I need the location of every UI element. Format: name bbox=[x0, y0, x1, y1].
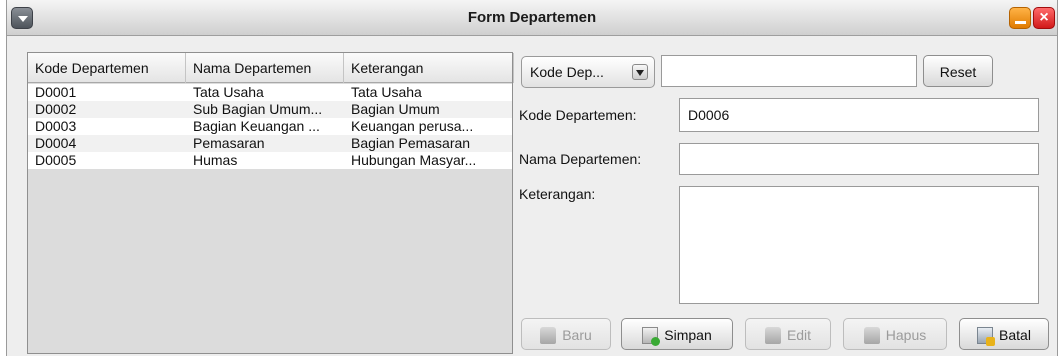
save-icon bbox=[642, 326, 661, 346]
kode-departemen-field[interactable] bbox=[679, 98, 1039, 132]
table-row[interactable]: D0003 Bagian Keuangan ... Keuangan perus… bbox=[28, 118, 512, 135]
table-cell: Sub Bagian Umum... bbox=[193, 101, 323, 117]
batal-button[interactable]: Batal bbox=[959, 318, 1049, 350]
nama-label: Nama Departemen: bbox=[519, 151, 642, 167]
search-field-select[interactable]: Kode Dep... bbox=[521, 56, 655, 88]
departemen-table: Kode Departemen Nama Departemen Keterang… bbox=[27, 52, 514, 354]
table-cell: D0002 bbox=[35, 101, 77, 117]
baru-button[interactable]: Baru bbox=[521, 318, 611, 350]
reset-button[interactable]: Reset bbox=[923, 55, 993, 87]
table-cell: D0001 bbox=[35, 84, 77, 100]
table-cell: Bagian Keuangan ... bbox=[193, 118, 320, 134]
table-cell: D0003 bbox=[35, 118, 77, 134]
table-cell: Humas bbox=[193, 152, 238, 168]
cancel-icon bbox=[977, 326, 996, 346]
nama-departemen-field[interactable] bbox=[679, 143, 1039, 175]
table-cell: Tata Usaha bbox=[193, 84, 264, 100]
table-cell: Keuangan perusa... bbox=[351, 118, 474, 134]
table-cell: Bagian Pemasaran bbox=[351, 135, 471, 151]
table-cell: D0004 bbox=[35, 135, 77, 151]
database-icon bbox=[540, 326, 557, 344]
hapus-label: Hapus bbox=[885, 327, 927, 343]
table-row[interactable]: D0001 Tata Usaha Tata Usaha bbox=[28, 84, 512, 101]
hapus-button[interactable]: Hapus bbox=[843, 318, 947, 350]
minimize-icon[interactable] bbox=[1009, 7, 1031, 29]
edit-button[interactable]: Edit bbox=[745, 318, 831, 350]
keterangan-label: Keterangan: bbox=[519, 186, 596, 202]
table-row[interactable]: D0002 Sub Bagian Umum... Bagian Umum bbox=[28, 101, 512, 118]
baru-label: Baru bbox=[562, 327, 592, 343]
edit-icon bbox=[764, 326, 781, 344]
table-row[interactable]: D0005 Humas Hubungan Masyar... bbox=[28, 152, 512, 169]
column-header-nama[interactable]: Nama Departemen bbox=[186, 53, 344, 83]
batal-label: Batal bbox=[999, 327, 1031, 343]
kode-label: Kode Departemen: bbox=[519, 107, 637, 123]
simpan-button[interactable]: Simpan bbox=[621, 318, 733, 350]
search-field-selected: Kode Dep... bbox=[530, 64, 604, 80]
edit-label: Edit bbox=[786, 327, 812, 343]
title-bar: Form Departemen × bbox=[7, 0, 1057, 36]
table-cell: D0005 bbox=[35, 152, 77, 168]
table-row[interactable]: D0004 Pemasaran Bagian Pemasaran bbox=[28, 135, 512, 152]
close-icon[interactable]: × bbox=[1033, 7, 1055, 29]
table-body: D0001 Tata Usaha Tata Usaha D0002 Sub Ba… bbox=[28, 84, 512, 169]
column-header-keterangan[interactable]: Keterangan bbox=[344, 53, 514, 83]
dropdown-arrow-icon[interactable] bbox=[632, 64, 648, 80]
delete-icon bbox=[863, 326, 880, 344]
form-departemen-window: Form Departemen × Kode Departemen Nama D… bbox=[6, 0, 1058, 356]
table-cell: Tata Usaha bbox=[351, 84, 422, 100]
table-cell: Pemasaran bbox=[193, 135, 265, 151]
table-header: Kode Departemen Nama Departemen Keterang… bbox=[28, 53, 514, 83]
table-cell: Bagian Umum bbox=[351, 101, 440, 117]
column-header-kode[interactable]: Kode Departemen bbox=[28, 53, 186, 83]
keterangan-field[interactable] bbox=[679, 186, 1039, 304]
simpan-label: Simpan bbox=[664, 327, 712, 343]
window-title: Form Departemen bbox=[467, 9, 597, 26]
search-input[interactable] bbox=[661, 55, 917, 87]
table-cell: Hubungan Masyar... bbox=[351, 152, 477, 168]
